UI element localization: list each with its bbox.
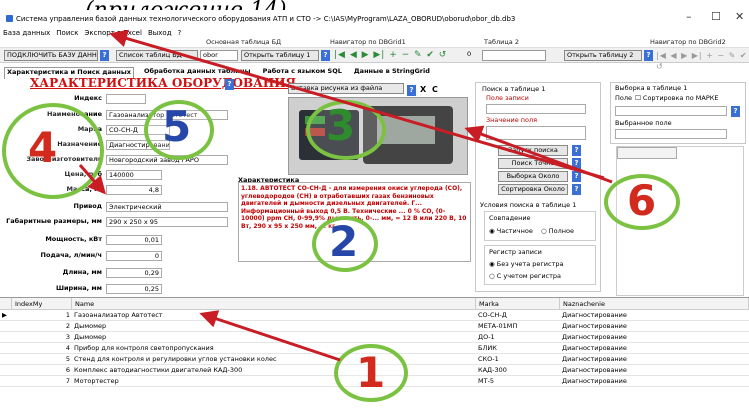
- arrow-1: [199, 310, 341, 362]
- arrow-6b: [109, 29, 605, 180]
- arrow-4: [78, 164, 106, 195]
- annotation-arrows: [78, 29, 613, 362]
